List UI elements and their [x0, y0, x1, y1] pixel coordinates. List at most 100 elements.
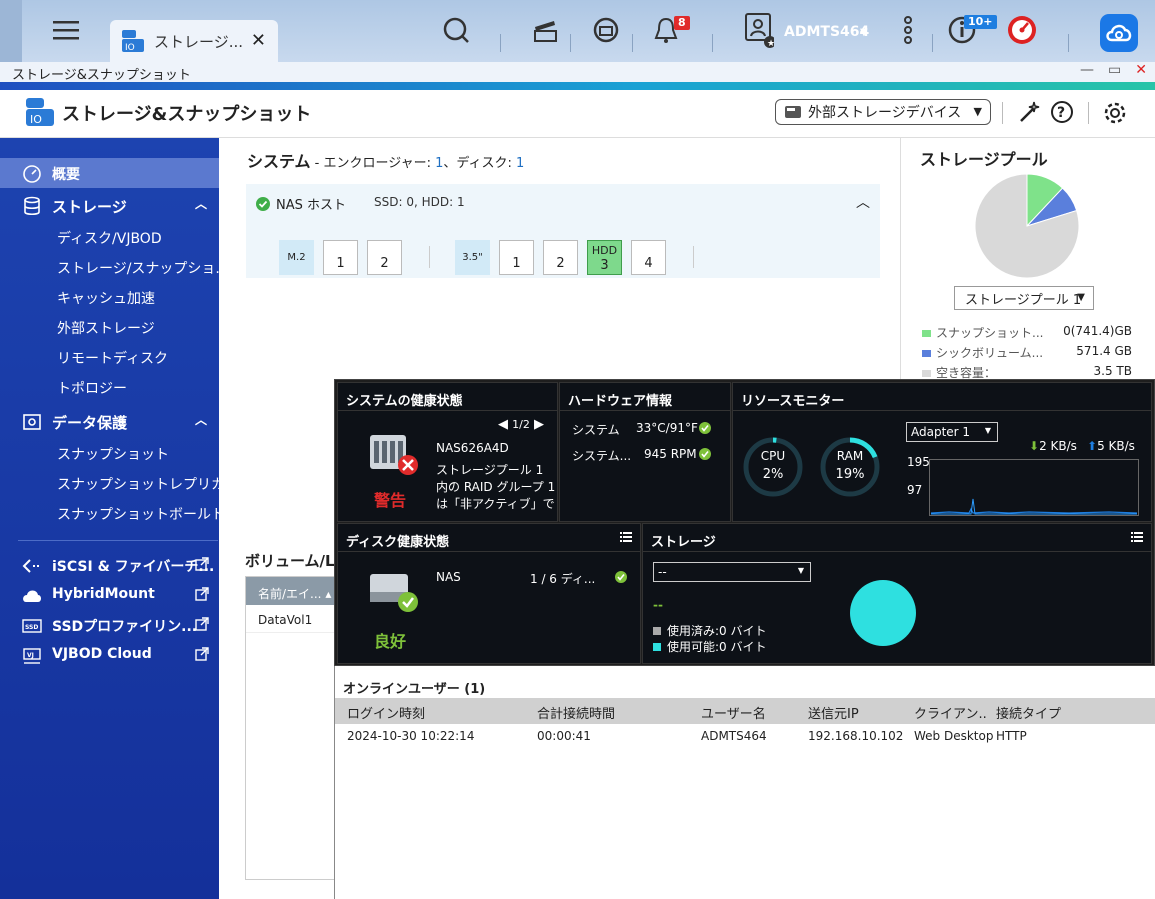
bay-slot-1[interactable]: 1	[499, 240, 534, 275]
svg-text:★: ★	[767, 39, 774, 48]
sidebar-item-external-storage[interactable]: 外部ストレージ	[0, 313, 219, 343]
help-icon[interactable]: ?	[1050, 100, 1074, 124]
taskbar: IO ストレージ... ✕ 8 ★ ADMTS464 ▼ 10+	[0, 0, 1155, 62]
device-name: NAS626A4D	[436, 441, 509, 455]
m2-slot-2[interactable]: 2	[367, 240, 402, 275]
disk-health-status: 良好	[374, 632, 407, 651]
sidebar-item-overview[interactable]: 概要	[0, 158, 219, 188]
volume-table: 名前/エイ... ▴ DataVol1	[245, 576, 345, 880]
m2-slot-1[interactable]: 1	[323, 240, 358, 275]
sidebar-item-label: VJBOD Cloud	[52, 646, 152, 662]
storage-available: 使用可能:0 バイト	[653, 638, 767, 655]
download-rate: ⬇2 KB/s	[1029, 439, 1077, 453]
sync-icon[interactable]	[590, 14, 622, 46]
cell-username: ADMTS464	[701, 729, 767, 743]
ssd-icon	[784, 105, 802, 119]
online-users-header: ログイン時刻 合計接続時間 ユーザー名 送信元IP クライアン... 接続タイプ	[335, 698, 1155, 724]
sidebar-item-hybridmount[interactable]: HybridMount	[0, 580, 219, 610]
backup-icon	[22, 412, 42, 432]
health-message: ストレージプール 1 内の RAID グループ 1 は「非アクティブ」で	[436, 463, 556, 511]
legend-swatch	[922, 330, 931, 337]
more-options-icon[interactable]	[892, 14, 924, 46]
sidebar-item-cache[interactable]: キャッシュ加速	[0, 283, 219, 313]
settings-gear-icon[interactable]	[1102, 100, 1128, 126]
gauge-icon	[22, 164, 42, 184]
col-client[interactable]: クライアン...	[914, 703, 988, 722]
nas-host-label: NAS ホスト	[276, 198, 347, 213]
close-tab-icon[interactable]: ✕	[251, 30, 266, 51]
external-storage-select[interactable]: 外部ストレージデバイス ▼	[775, 99, 991, 125]
magic-wand-icon[interactable]	[1018, 100, 1042, 124]
updates-badge: 10+	[964, 15, 997, 29]
svg-text:IO: IO	[125, 43, 135, 53]
col-connection-type[interactable]: 接続タイプ	[996, 703, 1061, 722]
nas-host-panel: NAS ホスト SSD: 0, HDD: 1 ︿ M.2 1 2 3.5" 1 …	[246, 184, 880, 278]
svg-text:?: ?	[1057, 105, 1065, 121]
y-axis-low: 97	[907, 483, 923, 497]
dashboard-panel: システムの健康状態 ◀ 1/2 ▶ 警告 NAS626A4D ストレージプール …	[334, 379, 1155, 666]
sidebar-item-ssd-profiling[interactable]: SSD SSDプロファイリン...	[0, 610, 219, 640]
sidebar-divider	[18, 540, 218, 541]
sidebar-item-topology[interactable]: トポロジー	[0, 373, 219, 403]
user-dropdown-icon[interactable]: ▼	[860, 27, 868, 38]
external-storage-select-label: 外部ストレージデバイス	[808, 105, 962, 121]
sidebar-item-remote-disk[interactable]: リモートディスク	[0, 343, 219, 373]
storage-select[interactable]: -- ▼	[653, 562, 811, 582]
storage-pool-pie	[974, 173, 1080, 279]
storage-pool-title: ストレージプール	[920, 150, 1048, 169]
table-row[interactable]: 2024-10-30 10:22:14 00:00:41 ADMTS464 19…	[335, 724, 1155, 748]
col-source-ip[interactable]: 送信元IP	[808, 703, 859, 722]
user-avatar-icon[interactable]: ★	[742, 13, 774, 48]
col-login-time[interactable]: ログイン時刻	[347, 703, 425, 722]
sidebar-item-iscsi[interactable]: iSCSI & ファイバーチ...	[0, 550, 219, 580]
chevron-up-icon[interactable]: ︿	[195, 411, 207, 428]
maximize-icon[interactable]: ▭	[1108, 62, 1121, 78]
storage-select-label: --	[658, 565, 667, 579]
list-icon[interactable]	[620, 532, 632, 542]
sidebar-item-snapshot[interactable]: スナップショット	[0, 439, 219, 469]
media-icon[interactable]	[530, 14, 562, 46]
sidebar-item-vjbod-cloud[interactable]: VJ VJBOD Cloud	[0, 640, 219, 670]
bay-slot-3[interactable]: HDD 3	[587, 240, 622, 275]
notification-badge: 8	[674, 16, 690, 30]
sidebar-item-snapshot-vault[interactable]: スナップショットボールト	[0, 499, 219, 529]
check-icon	[615, 571, 627, 583]
search-icon[interactable]	[440, 14, 472, 46]
legend-swatch	[922, 350, 931, 357]
sidebar-item-label: HybridMount	[52, 586, 155, 602]
sidebar-item-data-protection[interactable]: データ保護 ︿	[0, 406, 219, 436]
storage-pool-select[interactable]: ストレージプール 1 ▼	[954, 286, 1094, 310]
close-window-icon[interactable]: ✕	[1135, 62, 1147, 78]
health-pager[interactable]: ◀ 1/2 ▶	[498, 417, 544, 432]
chevron-up-icon[interactable]: ︿	[856, 192, 870, 212]
table-row[interactable]: DataVol1	[246, 605, 344, 633]
bay-slot-4[interactable]: 4	[631, 240, 666, 275]
sidebar-item-snapshot-replica[interactable]: スナップショットレプリカ	[0, 469, 219, 499]
app-tab-storage[interactable]: IO ストレージ... ✕	[110, 20, 278, 62]
storage-app-icon: IO	[120, 28, 146, 54]
username[interactable]: ADMTS464	[784, 24, 869, 40]
col-duration[interactable]: 合計接続時間	[537, 703, 615, 722]
cell-connection-type: HTTP	[996, 729, 1027, 743]
hw-row-value: 33°C/91°F	[636, 421, 698, 435]
sidebar-item-storage[interactable]: ストレージ ︿	[0, 190, 219, 220]
minimize-icon[interactable]: —	[1080, 62, 1094, 78]
menu-icon[interactable]	[50, 14, 82, 46]
adapter-select[interactable]: Adapter 1 ▼	[906, 422, 998, 442]
nas-warning-icon	[368, 431, 420, 477]
drive-summary: SSD: 0, HDD: 1	[374, 195, 465, 209]
list-icon[interactable]	[1131, 532, 1143, 542]
legend-snapshot: スナップショット... 0(741.4)GB	[922, 324, 1132, 341]
dashboard-gauge-icon[interactable]	[1006, 14, 1038, 46]
ram-label: RAM	[836, 449, 864, 463]
volume-col-name[interactable]: 名前/エイ... ▴	[246, 577, 344, 605]
disk-health-title: ディスク健康状態	[338, 524, 640, 552]
sidebar-item-storage-snapshots[interactable]: ストレージ/スナップショ...	[0, 253, 219, 283]
sidebar-item-disks[interactable]: ディスク/VJBOD	[0, 223, 219, 253]
storage-dash: --	[653, 598, 663, 612]
disk-count[interactable]: 1	[516, 156, 524, 171]
cloud-icon[interactable]	[1100, 14, 1138, 52]
bay-slot-2[interactable]: 2	[543, 240, 578, 275]
chevron-up-icon[interactable]: ︿	[195, 195, 207, 212]
col-username[interactable]: ユーザー名	[701, 703, 766, 722]
